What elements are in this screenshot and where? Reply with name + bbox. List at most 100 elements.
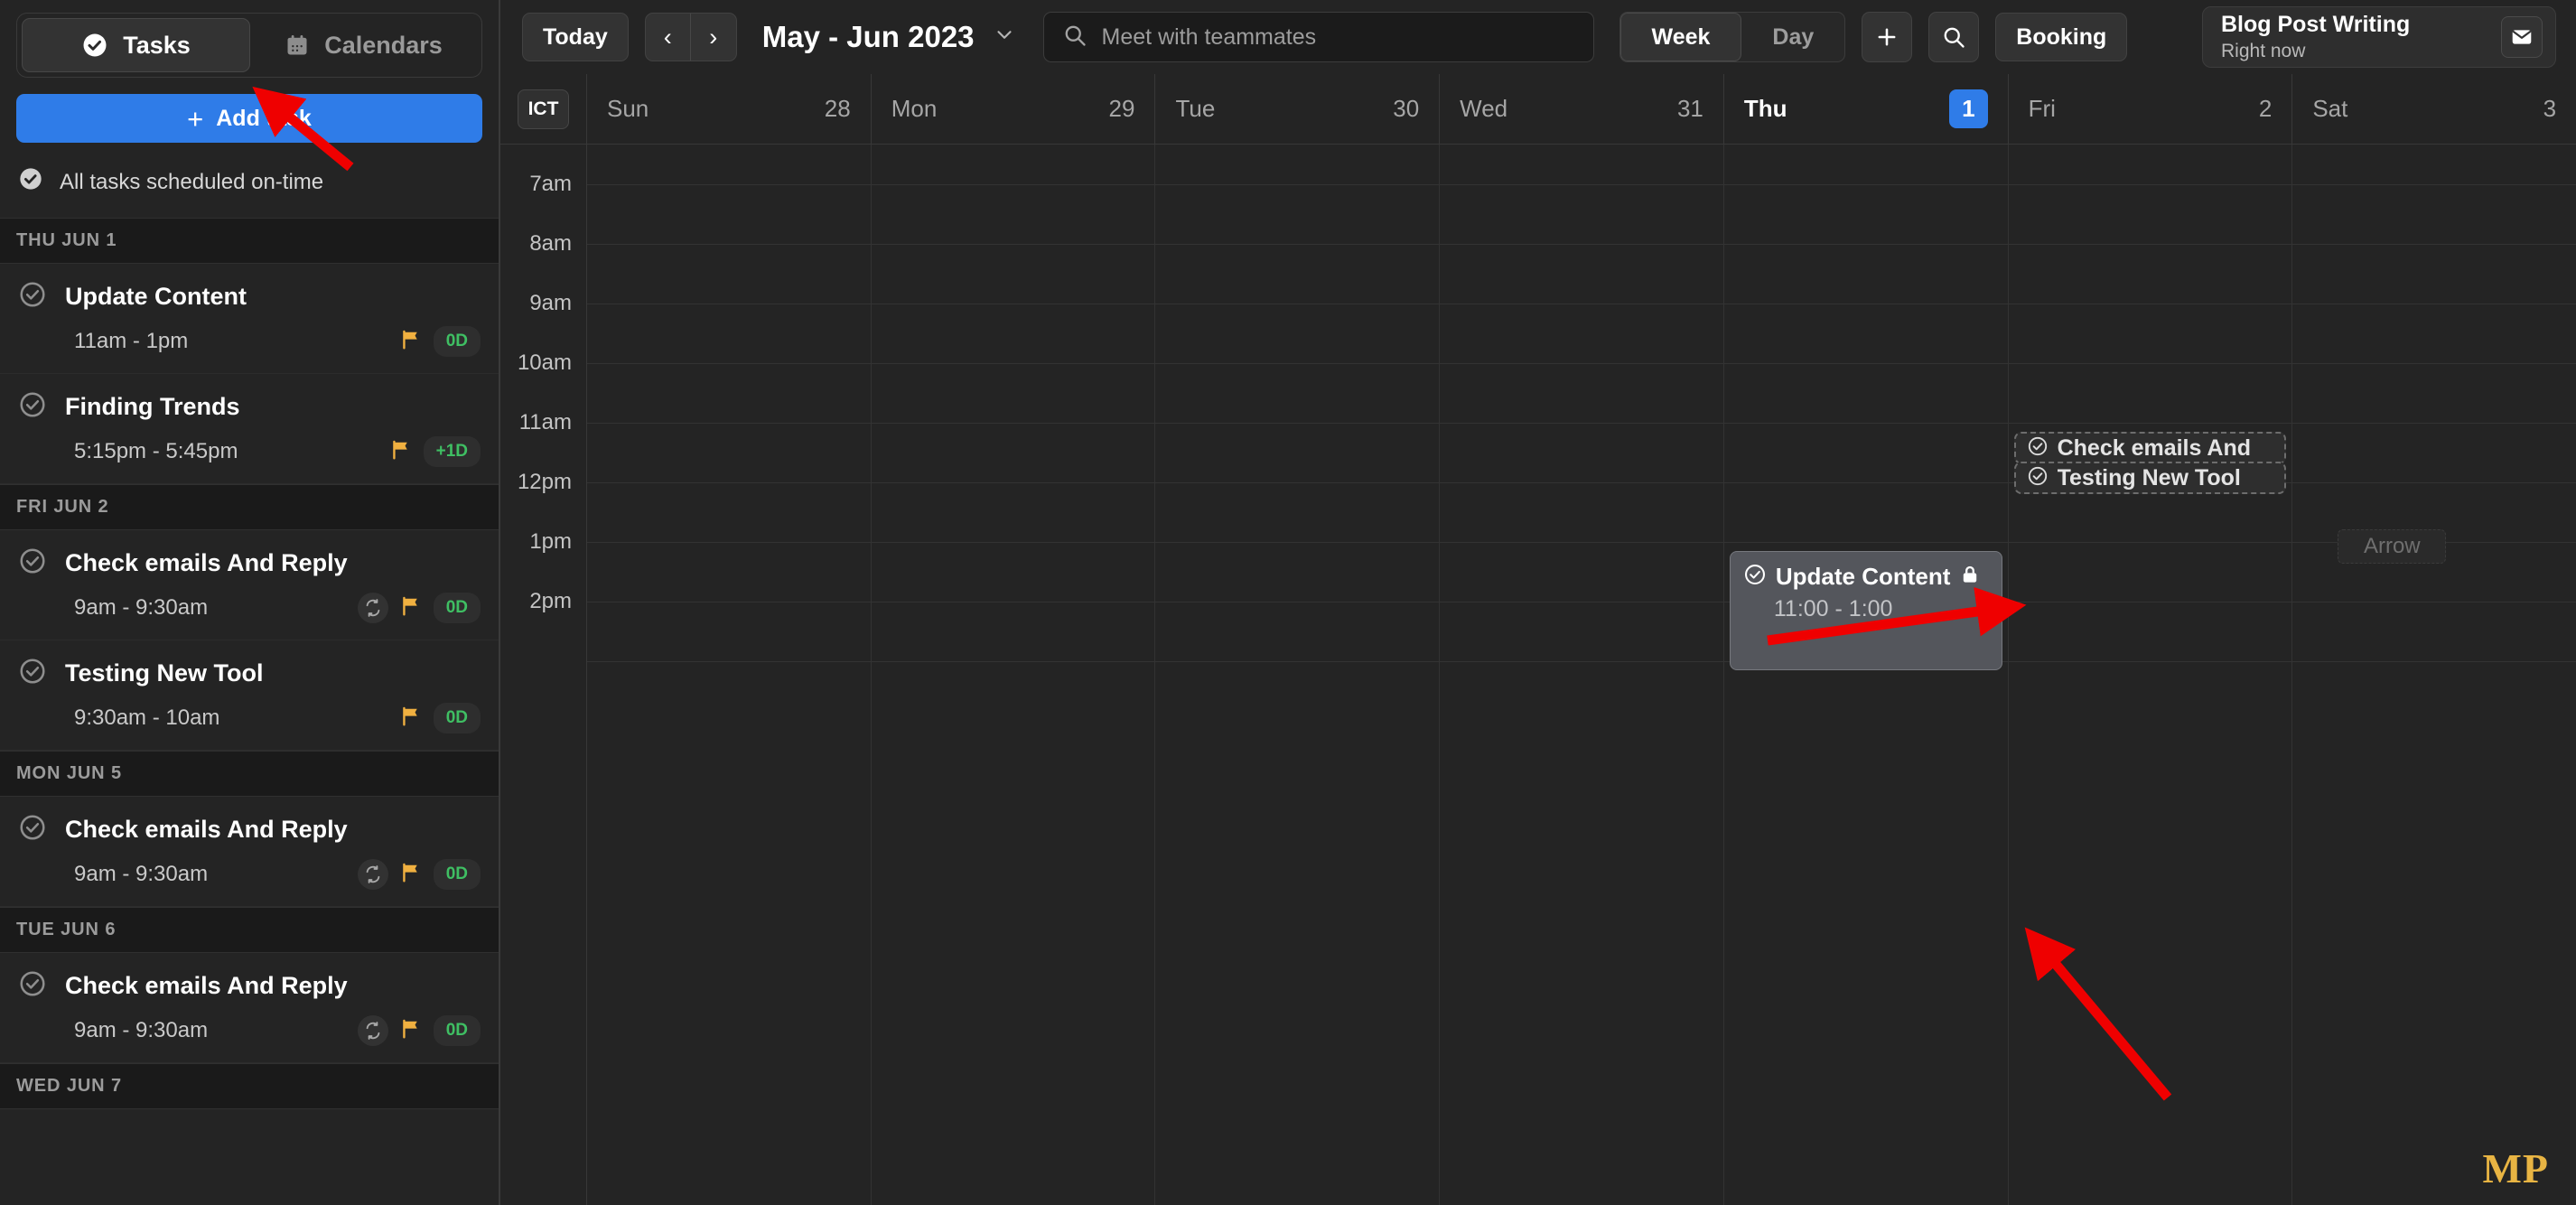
day-name: Thu bbox=[1743, 95, 1787, 122]
tab-calendars[interactable]: Calendars bbox=[250, 18, 477, 72]
hour-gridline bbox=[587, 244, 871, 245]
day-column-thu[interactable]: Update Content 11:00 - 1:00 bbox=[1723, 145, 2009, 1205]
check-circle-icon bbox=[2027, 435, 2049, 462]
view-week-button[interactable]: Week bbox=[1619, 13, 1742, 61]
flag-icon[interactable] bbox=[399, 1017, 423, 1045]
day-column-fri[interactable]: Check emails And Testing New Tool bbox=[2008, 145, 2293, 1205]
calendar-main: Today ‹ › May - Jun 2023 Meet with teamm… bbox=[500, 0, 2576, 1205]
add-event-button[interactable] bbox=[1862, 12, 1913, 62]
task-list-item[interactable]: Check emails And Reply 9am - 9:30am 0D bbox=[0, 953, 499, 1063]
hour-gridline bbox=[587, 363, 871, 364]
current-activity-card[interactable]: Blog Post Writing Right now bbox=[2202, 6, 2556, 68]
task-list-item[interactable]: Check emails And Reply 9am - 9:30am 0D bbox=[0, 530, 499, 640]
day-header-mon[interactable]: Mon 29 bbox=[872, 74, 1156, 144]
day-header-thu[interactable]: Thu 1 bbox=[1724, 74, 2009, 144]
schedule-status-label: All tasks scheduled on-time bbox=[60, 169, 324, 194]
event-title-row: Update Content bbox=[1743, 563, 1989, 591]
prev-period-button[interactable]: ‹ bbox=[646, 14, 691, 61]
check-circle-icon bbox=[18, 166, 43, 198]
day-name: Tue bbox=[1175, 95, 1216, 122]
task-title: Check emails And Reply bbox=[65, 816, 348, 843]
task-time: 5:15pm - 5:45pm bbox=[74, 439, 238, 463]
hour-gridline bbox=[587, 184, 871, 185]
search-input[interactable] bbox=[1101, 23, 1575, 51]
envelope-icon-button[interactable] bbox=[2501, 16, 2543, 58]
task-time: 9:30am - 10am bbox=[74, 705, 220, 730]
flag-icon[interactable] bbox=[399, 705, 423, 733]
task-complete-checkbox[interactable] bbox=[18, 390, 47, 424]
task-item-header: Check emails And Reply bbox=[18, 969, 481, 1003]
next-period-button[interactable]: › bbox=[691, 14, 736, 61]
hour-gridline bbox=[1155, 363, 1440, 364]
task-complete-checkbox[interactable] bbox=[18, 969, 47, 1003]
day-header-fri[interactable]: Fri 2 bbox=[2009, 74, 2293, 144]
task-badges: 0D bbox=[357, 859, 481, 890]
booking-button[interactable]: Booking bbox=[1995, 13, 2128, 61]
hour-gridline bbox=[1440, 661, 1723, 662]
task-badges: 0D bbox=[399, 326, 481, 357]
day-header-sun[interactable]: Sun 28 bbox=[587, 74, 872, 144]
time-label: 1pm bbox=[529, 529, 572, 554]
date-range-title: May - Jun 2023 bbox=[761, 20, 975, 53]
task-list-item[interactable]: Update Content 11am - 1pm 0D bbox=[0, 264, 499, 374]
chevron-down-icon[interactable] bbox=[993, 23, 1016, 51]
hour-gridline bbox=[1155, 542, 1440, 543]
view-day-button[interactable]: Day bbox=[1741, 13, 1844, 61]
task-complete-checkbox[interactable] bbox=[18, 657, 47, 690]
task-complete-checkbox[interactable] bbox=[18, 280, 47, 313]
calendar-grid: 7am 8am 9am 10am 11am 12pm 1pm 2pm Update Conte… bbox=[500, 145, 2576, 1205]
day-header-wed[interactable]: Wed 31 bbox=[1440, 74, 1724, 144]
hour-gridline bbox=[1440, 542, 1723, 543]
hour-gridline bbox=[2292, 363, 2576, 364]
task-list-item[interactable]: Finding Trends 5:15pm - 5:45pm +1D bbox=[0, 374, 499, 484]
task-item-meta-row: 9:30am - 10am 0D bbox=[18, 703, 481, 733]
add-task-button[interactable]: + Add task bbox=[16, 94, 482, 143]
task-time: 9am - 9:30am bbox=[74, 1018, 209, 1042]
hour-gridline bbox=[1723, 542, 2008, 543]
flag-icon[interactable] bbox=[389, 438, 413, 466]
task-list-item[interactable]: Testing New Tool 9:30am - 10am 0D bbox=[0, 640, 499, 751]
task-complete-checkbox[interactable] bbox=[18, 813, 47, 846]
timezone-badge[interactable]: ICT bbox=[517, 89, 570, 129]
repeat-icon[interactable] bbox=[357, 859, 388, 890]
day-column-sat[interactable]: Arrow bbox=[2292, 145, 2576, 1205]
task-badges: +1D bbox=[389, 436, 481, 467]
time-label: 7am bbox=[529, 172, 572, 196]
flag-icon[interactable] bbox=[399, 594, 423, 622]
tab-tasks[interactable]: Tasks bbox=[22, 18, 250, 72]
calendar-event[interactable]: Update Content 11:00 - 1:00 bbox=[1729, 551, 2002, 670]
day-column-mon[interactable] bbox=[871, 145, 1156, 1205]
search-field[interactable] bbox=[1042, 12, 1594, 62]
watermark: MP bbox=[2482, 1145, 2549, 1191]
task-time: 9am - 9:30am bbox=[74, 862, 209, 886]
task-duration-badge: 0D bbox=[433, 1015, 481, 1046]
day-column-sun[interactable] bbox=[587, 145, 872, 1205]
task-complete-checkbox[interactable] bbox=[18, 546, 47, 580]
task-duration-badge: 0D bbox=[433, 703, 481, 733]
hour-gridline bbox=[2292, 244, 2576, 245]
task-list-item[interactable]: Check emails And Reply 9am - 9:30am 0D bbox=[0, 797, 499, 907]
task-item-meta-row: 9am - 9:30am 0D bbox=[18, 859, 481, 890]
task-item-header: Testing New Tool bbox=[18, 657, 481, 690]
task-item-header: Check emails And Reply bbox=[18, 813, 481, 846]
task-group-header: WED JUN 7 bbox=[0, 1063, 499, 1109]
hour-gridline bbox=[1440, 423, 1723, 424]
today-button[interactable]: Today bbox=[522, 13, 629, 61]
flag-icon[interactable] bbox=[399, 861, 423, 889]
check-circle-icon bbox=[2027, 465, 2049, 491]
task-item-meta-row: 5:15pm - 5:45pm +1D bbox=[18, 436, 481, 467]
day-column-tue[interactable] bbox=[1155, 145, 1441, 1205]
day-header-tue[interactable]: Tue 30 bbox=[1155, 74, 1441, 144]
day-number: 31 bbox=[1676, 95, 1703, 122]
flag-icon[interactable] bbox=[399, 328, 423, 356]
search-button[interactable] bbox=[1928, 12, 1980, 62]
hour-gridline bbox=[587, 423, 871, 424]
repeat-icon[interactable] bbox=[357, 593, 388, 623]
app-root: Tasks Calendars + Add task All tasks sch… bbox=[0, 0, 2576, 1205]
calendar-event[interactable]: Check emails And bbox=[2013, 432, 2287, 464]
calendar-event[interactable]: Testing New Tool bbox=[2013, 462, 2287, 494]
current-activity-text: Blog Post Writing Right now bbox=[2221, 12, 2483, 62]
repeat-icon[interactable] bbox=[357, 1015, 388, 1046]
day-column-wed[interactable] bbox=[1440, 145, 1724, 1205]
day-header-sat[interactable]: Sat 3 bbox=[2292, 74, 2576, 144]
